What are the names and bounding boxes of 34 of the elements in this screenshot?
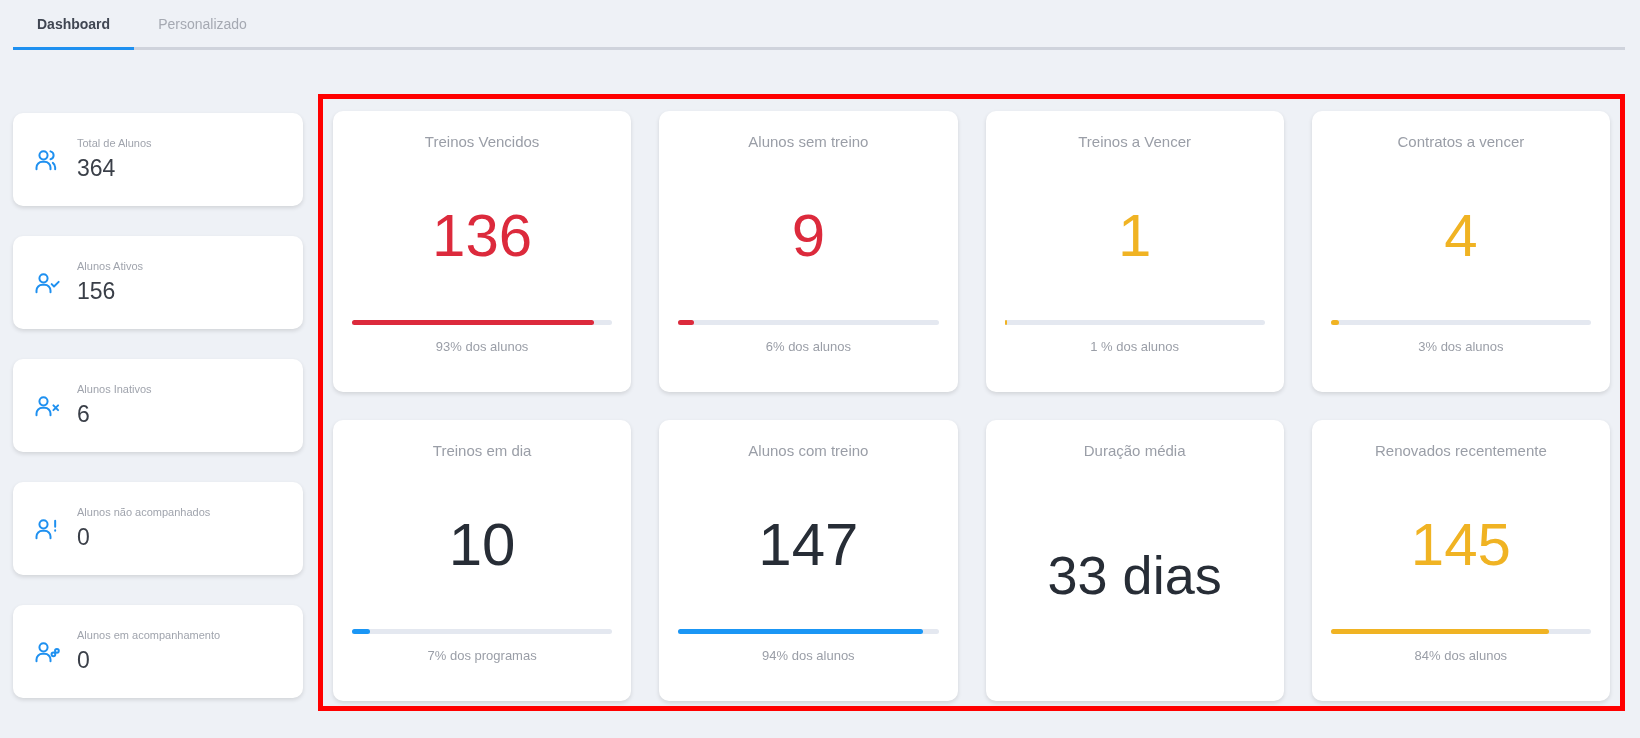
card-label: Alunos em acompanhamento xyxy=(77,629,221,641)
card-caption: 3% dos alunos xyxy=(1418,339,1504,354)
card-title: Duração média xyxy=(1083,442,1186,459)
card-value: 6 xyxy=(77,401,91,428)
metric-value: 4 xyxy=(1444,201,1478,271)
card-title: Renovados recentemente xyxy=(1375,442,1547,459)
card-value: 0 xyxy=(77,647,91,674)
card-label: Alunos Inativos xyxy=(77,383,152,395)
card-title: Alunos com treino xyxy=(748,442,869,459)
metric-value: 136 xyxy=(432,201,533,271)
card-title: Treinos em dia xyxy=(432,442,532,459)
card-caption: 93% dos alunos xyxy=(435,339,529,354)
card-value: 364 xyxy=(77,155,117,182)
metric-value: 147 xyxy=(758,510,859,580)
card-title: Alunos sem treino xyxy=(748,133,869,150)
card-caption: 7% dos programas xyxy=(427,648,537,663)
metric-value: 33 dias xyxy=(1047,544,1222,607)
card-label: Alunos não acompanhados xyxy=(77,506,211,518)
card-title: Treinos Vencidos xyxy=(424,133,540,150)
card-title: Treinos a Vencer xyxy=(1078,133,1192,150)
metric-value: 145 xyxy=(1410,510,1511,580)
card-label: Total de Alunos xyxy=(77,137,152,149)
metric-value: 1 xyxy=(1117,201,1152,271)
metric-value: 9 xyxy=(791,201,826,271)
card-value: 0 xyxy=(77,524,91,551)
card-caption: 6% dos alunos xyxy=(765,339,851,354)
card-label: Alunos Ativos xyxy=(77,260,144,272)
card-value: 156 xyxy=(77,278,117,305)
tab[interactable]: Dashboard xyxy=(13,0,135,50)
card-caption: 94% dos alunos xyxy=(762,648,855,663)
card-caption: 84% dos alunos xyxy=(1414,648,1508,663)
card-title: Contratos a vencer xyxy=(1397,133,1525,150)
metric-value: 10 xyxy=(448,510,516,580)
card-caption: 1 % dos alunos xyxy=(1090,339,1180,354)
